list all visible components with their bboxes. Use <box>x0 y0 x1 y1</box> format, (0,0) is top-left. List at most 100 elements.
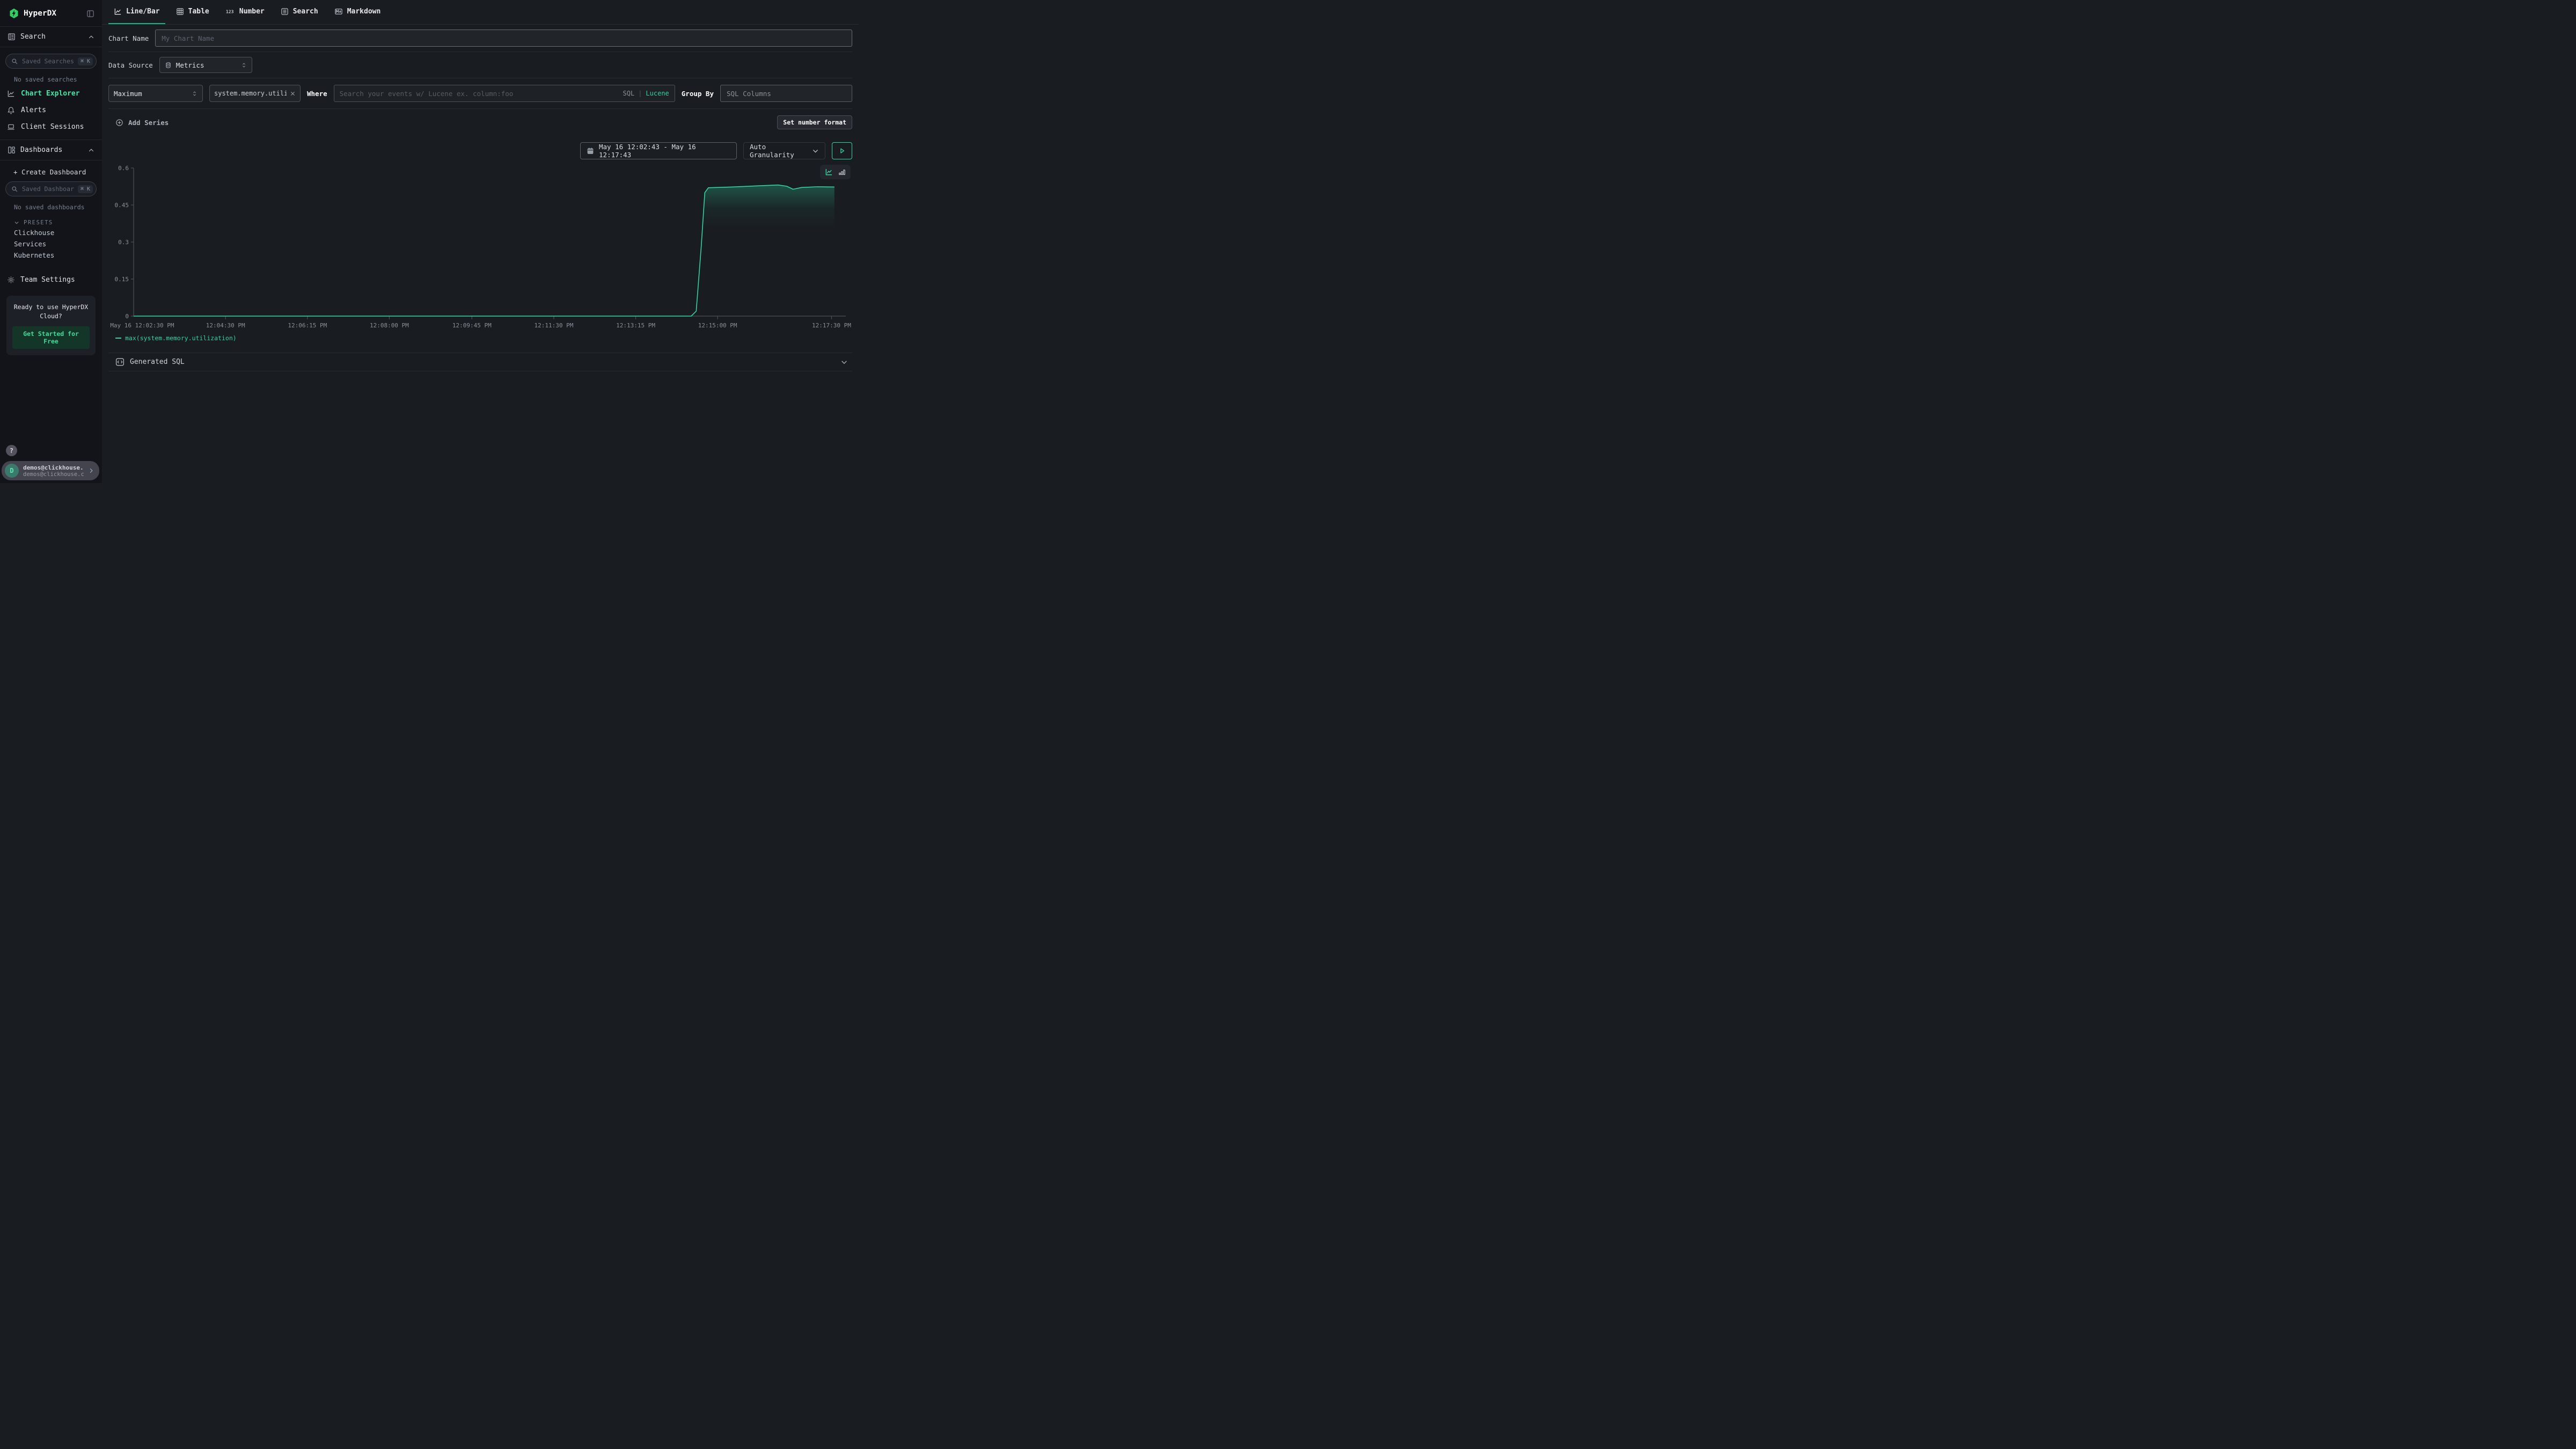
lucene-toggle[interactable]: Lucene <box>646 90 669 97</box>
aggregation-select[interactable]: Maximum <box>108 85 203 102</box>
granularity-value: Auto Granularity <box>750 143 808 159</box>
date-range-picker[interactable]: May 16 12:02:43 - May 16 12:17:43 <box>580 142 737 159</box>
chart-name-input[interactable] <box>155 30 852 47</box>
svg-text:12:13:15 PM: 12:13:15 PM <box>616 322 655 329</box>
user-email: demos@clickhouse.com <box>23 464 84 471</box>
svg-text:12:06:15 PM: 12:06:15 PM <box>288 322 327 329</box>
sidebar-item-chart-explorer[interactable]: Chart Explorer <box>0 85 102 102</box>
sidebar-collapse-icon[interactable] <box>86 10 94 18</box>
svg-text:0.6: 0.6 <box>118 165 129 172</box>
generated-sql-label: Generated SQL <box>130 358 835 366</box>
sidebar-item-alerts[interactable]: Alerts <box>0 102 102 119</box>
set-number-format-button[interactable]: Set number format <box>777 115 852 129</box>
chart-plot[interactable]: 00.150.30.450.6May 16 12:02:30 PM12:04:3… <box>108 162 852 332</box>
tab-label: Search <box>293 8 318 16</box>
list-icon <box>281 8 289 16</box>
svg-text:0.45: 0.45 <box>115 202 129 209</box>
legend-swatch <box>115 338 121 339</box>
tab-markdown[interactable]: Markdown <box>329 0 386 24</box>
sidebar-item-team-settings[interactable]: Team Settings <box>0 272 102 288</box>
where-search-input[interactable] <box>340 90 619 98</box>
sidebar-item-label: Alerts <box>21 106 46 114</box>
chevron-up-icon <box>88 147 94 153</box>
data-source-row: Data Source Metrics <box>102 52 859 78</box>
group-by-label: Group By <box>682 90 714 98</box>
chart-name-row: Chart Name <box>102 25 859 52</box>
user-menu[interactable]: D demos@clickhouse.com demos@clickhouse.… <box>2 461 99 480</box>
code-icon <box>115 357 125 367</box>
saved-dashboards-input[interactable] <box>22 185 74 193</box>
tab-search[interactable]: Search <box>275 0 324 24</box>
generated-sql-toggle[interactable]: Generated SQL <box>102 353 859 371</box>
svg-text:12:09:45 PM: 12:09:45 PM <box>452 322 492 329</box>
journal-icon <box>8 33 16 41</box>
where-search-box: SQL | Lucene <box>334 85 675 102</box>
chart-legend[interactable]: max(system.memory.utilization) <box>115 334 859 342</box>
chart-type-tabbar: Line/Bar Table 123 Number Search <box>102 0 859 25</box>
chevron-updown-icon <box>192 90 197 97</box>
saved-dashboards-search[interactable]: ⌘ K <box>5 181 97 196</box>
search-icon <box>11 58 18 65</box>
svg-text:0: 0 <box>125 313 129 320</box>
live-play-button[interactable] <box>832 142 852 159</box>
svg-text:0.15: 0.15 <box>115 276 129 283</box>
metric-field-value: system.memory.utiliza <box>214 90 287 97</box>
data-source-value: Metrics <box>176 61 237 69</box>
no-saved-dashboards-text: No saved dashboards <box>14 203 102 211</box>
saved-searches-input[interactable] <box>22 57 74 65</box>
play-icon <box>838 147 846 155</box>
metric-field-tag[interactable]: system.memory.utiliza <box>209 85 301 102</box>
line-chart-icon[interactable] <box>825 168 833 176</box>
shortcut-badge: ⌘ K <box>78 185 93 193</box>
sidebar-item-client-sessions[interactable]: Client Sessions <box>0 119 102 135</box>
add-series-button[interactable]: Add Series <box>115 119 169 127</box>
granularity-select[interactable]: Auto Granularity <box>743 142 825 159</box>
sidebar-spacer <box>0 355 102 445</box>
chart-display-toggle <box>820 165 851 179</box>
preset-services[interactable]: Services <box>0 238 102 250</box>
series-row: Maximum system.memory.utiliza Where SQL … <box>102 78 859 108</box>
hyperdx-logo-icon <box>9 8 19 19</box>
cloud-promo-line1: Ready to use HyperDX <box>12 303 90 312</box>
sidebar-item-label: Chart Explorer <box>21 90 80 98</box>
tab-number[interactable]: 123 Number <box>220 0 270 24</box>
tab-label: Table <box>188 8 209 16</box>
table-icon <box>176 8 184 16</box>
data-source-select[interactable]: Metrics <box>159 57 252 73</box>
logo-row: HyperDX <box>0 0 102 26</box>
sidebar-section-search-label: Search <box>20 33 83 41</box>
group-by-input[interactable] <box>720 85 852 102</box>
svg-text:0.3: 0.3 <box>118 239 129 246</box>
svg-text:May 16 12:02:30 PM: May 16 12:02:30 PM <box>110 322 174 329</box>
close-icon[interactable] <box>290 91 296 97</box>
generated-sql-section: Generated SQL <box>102 353 859 371</box>
no-saved-searches-text: No saved searches <box>14 76 102 83</box>
plus-circle-icon <box>115 119 123 127</box>
toggle-divider: | <box>638 90 642 97</box>
presets-toggle[interactable]: PRESETS <box>14 219 102 226</box>
add-series-label: Add Series <box>128 119 169 127</box>
sidebar-section-dashboards[interactable]: Dashboards <box>0 140 102 160</box>
svg-text:12:15:00 PM: 12:15:00 PM <box>698 322 737 329</box>
chevron-down-icon <box>14 220 19 225</box>
shortcut-badge: ⌘ K <box>78 57 93 65</box>
sql-toggle[interactable]: SQL <box>623 90 635 97</box>
sidebar-section-search[interactable]: Search <box>0 27 102 47</box>
saved-searches-search[interactable]: ⌘ K <box>5 54 97 69</box>
chart-name-label: Chart Name <box>108 34 149 42</box>
preset-kubernetes[interactable]: Kubernetes <box>0 250 102 261</box>
chevron-right-icon <box>88 467 94 474</box>
chevron-updown-icon <box>241 62 247 69</box>
help-button[interactable]: ? <box>6 445 17 456</box>
cloud-promo-box: Ready to use HyperDX Cloud? Get Started … <box>6 296 96 355</box>
tab-line-bar[interactable]: Line/Bar <box>108 0 165 24</box>
tab-label: Markdown <box>347 8 381 16</box>
presets-label: PRESETS <box>24 219 53 226</box>
get-started-button[interactable]: Get Started for Free <box>12 326 90 349</box>
create-dashboard-button[interactable]: + Create Dashboard <box>13 168 102 176</box>
app-title: HyperDX <box>24 9 86 18</box>
preset-clickhouse[interactable]: Clickhouse <box>0 227 102 238</box>
bar-chart-icon[interactable] <box>838 169 846 176</box>
tab-table[interactable]: Table <box>171 0 215 24</box>
sidebar: HyperDX Search ⌘ K No saved searches <box>0 0 102 483</box>
